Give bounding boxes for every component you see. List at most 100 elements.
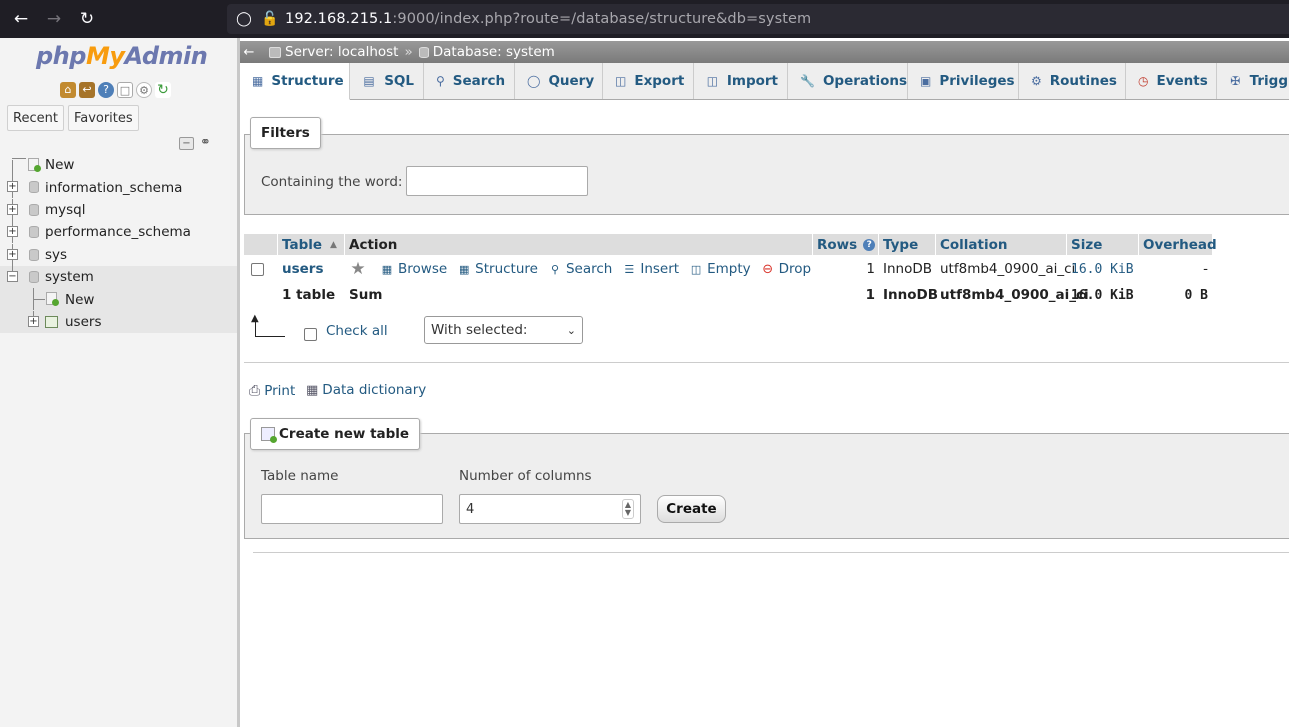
- breadcrumb-separator: »: [404, 44, 413, 60]
- tree-item-mysql[interactable]: + mysql: [0, 198, 237, 221]
- tree-item-performance-schema[interactable]: + performance_schema: [0, 221, 237, 244]
- tree-item-new-table[interactable]: New: [0, 288, 237, 311]
- database-tabs: ▦ Structure ▤ SQL ⚲ Search ◯ Query ◫ Export ◫…: [240, 63, 1289, 100]
- tab-operations[interactable]: 🔧 Operations: [788, 63, 908, 99]
- header-rows[interactable]: Rows?: [813, 234, 879, 255]
- empty-link[interactable]: ◫ Empty: [689, 261, 751, 277]
- tab-structure[interactable]: ▦ Structure: [240, 63, 350, 100]
- gear-icon[interactable]: ⚙: [136, 82, 152, 98]
- header-size[interactable]: Size: [1067, 234, 1139, 255]
- recent-favorites-tabs: Recent Favorites: [7, 105, 139, 131]
- row-type: InnoDB: [883, 261, 933, 277]
- header-action: Action: [345, 234, 813, 255]
- create-button[interactable]: Create: [657, 495, 726, 523]
- help-icon[interactable]: ?: [98, 82, 114, 98]
- phpmyadmin-logo[interactable]: phpMyAdmin: [36, 42, 208, 70]
- clock-icon: ◷: [1138, 74, 1149, 88]
- stepper-icon[interactable]: ▲ ▼: [621, 499, 634, 519]
- expand-icon[interactable]: +: [7, 181, 18, 193]
- drop-icon: ⊖: [762, 261, 774, 277]
- table-name-link[interactable]: users: [278, 256, 345, 282]
- number-of-columns-input[interactable]: 4 ▲ ▼: [459, 494, 641, 524]
- tree-item-information-schema[interactable]: + information_schema: [0, 176, 237, 199]
- browse-link[interactable]: ▦ Browse: [380, 261, 447, 277]
- database-icon: [29, 181, 39, 194]
- data-dictionary-link[interactable]: ▦ Data dictionary: [306, 382, 426, 398]
- server-icon: [269, 46, 281, 58]
- refresh-icon[interactable]: ↻: [155, 82, 171, 98]
- home-icon[interactable]: ⌂: [60, 82, 76, 98]
- tree-item-new[interactable]: New: [0, 154, 237, 177]
- header-select: [244, 234, 278, 255]
- header-overhead[interactable]: Overhead: [1139, 234, 1217, 255]
- header-collation[interactable]: Collation: [936, 234, 1067, 255]
- summary-overhead: 0 B: [1184, 287, 1208, 303]
- favorite-star-icon[interactable]: ★: [350, 259, 365, 279]
- data-dictionary-icon: ▦: [306, 382, 319, 398]
- print-link[interactable]: ⎙ Print: [249, 383, 295, 399]
- privileges-icon: ▣: [920, 74, 932, 88]
- tree-item-system[interactable]: − system: [0, 265, 237, 289]
- new-table-icon: [46, 292, 59, 307]
- drop-link[interactable]: ⊖ Drop: [761, 261, 811, 277]
- tree-item-users[interactable]: + users: [0, 310, 237, 334]
- tab-routines[interactable]: ⚙ Routines: [1019, 63, 1126, 99]
- database-icon: [29, 248, 39, 261]
- database-icon: [29, 226, 39, 239]
- row-actions: ★ ▦ Browse ▦ Structure ⚲ Search ☰ Insert ◫ Em…: [345, 256, 813, 282]
- favorites-tab[interactable]: Favorites: [67, 105, 139, 131]
- breadcrumb-server[interactable]: Server: localhost: [269, 44, 398, 60]
- row-checkbox[interactable]: [251, 262, 264, 276]
- query-icon: ◯: [527, 74, 541, 88]
- address-bar[interactable]: ◯ 🔓 192.168.215.1:9000/index.php?route=/…: [227, 4, 1289, 34]
- insert-link[interactable]: ☰ Insert: [622, 261, 679, 277]
- check-all-link[interactable]: Check all: [326, 323, 388, 339]
- exit-icon[interactable]: ↩: [79, 82, 95, 98]
- search-icon: ⚲: [550, 262, 559, 276]
- expand-icon[interactable]: +: [7, 226, 18, 238]
- insert-icon: ☰: [624, 262, 635, 276]
- expand-icon[interactable]: +: [7, 203, 18, 215]
- tables-header-row: Table ▲ Action Rows? Type Collation Size …: [244, 234, 1217, 255]
- tab-import[interactable]: ◫ Import: [694, 63, 788, 99]
- row-size[interactable]: 16.0 KiB: [1067, 256, 1139, 282]
- tab-privileges[interactable]: ▣ Privileges: [908, 63, 1019, 99]
- header-table[interactable]: Table ▲: [278, 234, 345, 255]
- tab-triggers[interactable]: ✠ Trigg: [1217, 63, 1289, 99]
- row-count: 1: [866, 261, 875, 277]
- tab-search[interactable]: ⚲ Search: [424, 63, 515, 99]
- import-icon: ◫: [706, 74, 719, 88]
- tab-sql[interactable]: ▤ SQL: [350, 63, 424, 99]
- help-icon[interactable]: ?: [863, 238, 876, 251]
- docs-icon[interactable]: □: [117, 82, 133, 98]
- link-icon[interactable]: ⚭: [198, 136, 213, 150]
- recent-tab[interactable]: Recent: [7, 105, 64, 131]
- expand-icon[interactable]: +: [28, 315, 39, 327]
- collapse-icon[interactable]: −: [7, 270, 18, 282]
- check-all-checkbox[interactable]: [304, 328, 317, 341]
- shield-icon[interactable]: ◯: [235, 11, 253, 27]
- with-selected-select[interactable]: With selected: ⌄: [424, 316, 583, 344]
- insecure-lock-icon[interactable]: 🔓: [261, 11, 279, 27]
- containing-word-input[interactable]: [406, 166, 588, 196]
- search-link[interactable]: ⚲ Search: [548, 261, 612, 277]
- tab-events[interactable]: ◷ Events: [1126, 63, 1217, 99]
- triggers-icon: ✠: [1230, 74, 1241, 88]
- expand-icon[interactable]: +: [7, 248, 18, 260]
- database-tree: New + information_schema + mysql + perfo…: [0, 154, 237, 334]
- tab-export[interactable]: ◫ Export: [603, 63, 694, 99]
- table-name-input[interactable]: [261, 494, 443, 524]
- header-type[interactable]: Type: [879, 234, 936, 255]
- back-arrow-icon[interactable]: ←: [9, 7, 33, 31]
- structure-link[interactable]: ▦ Structure: [457, 261, 538, 277]
- reload-icon[interactable]: ↻: [75, 7, 99, 31]
- tab-query[interactable]: ◯ Query: [515, 63, 603, 99]
- forward-arrow-icon[interactable]: →: [42, 7, 66, 31]
- collapse-sidebar-arrow-icon[interactable]: ←: [241, 45, 257, 60]
- tree-item-sys[interactable]: + sys: [0, 243, 237, 266]
- browse-icon: ▦: [381, 262, 393, 276]
- breadcrumb-database[interactable]: Database: system: [418, 44, 555, 60]
- url-text[interactable]: 192.168.215.1:9000/index.php?route=/data…: [285, 11, 811, 27]
- filters-legend: Filters: [250, 117, 321, 149]
- collapse-all-icon[interactable]: −: [179, 137, 194, 150]
